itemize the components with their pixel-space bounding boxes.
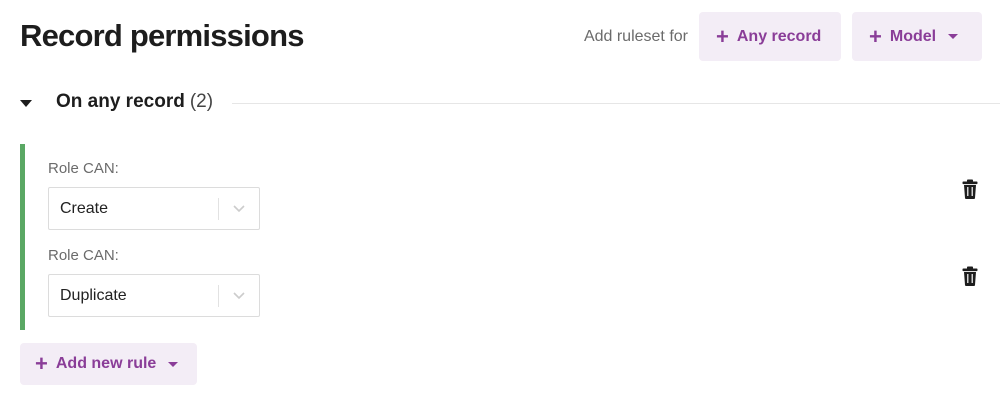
section-divider — [232, 103, 1000, 104]
add-any-record-button[interactable]: + Any record — [699, 12, 841, 61]
collapse-toggle-icon[interactable] — [20, 100, 32, 107]
add-model-button[interactable]: + Model — [852, 12, 982, 61]
section-header: On any record (2) — [0, 88, 1000, 118]
chevron-down-icon — [219, 204, 259, 213]
add-new-rule-button[interactable]: + Add new rule — [20, 343, 197, 385]
permission-select[interactable]: Duplicate — [48, 274, 260, 317]
add-new-rule-label: Add new rule — [55, 355, 157, 372]
caret-down-icon — [948, 34, 959, 39]
trash-icon[interactable] — [962, 179, 978, 199]
trash-icon[interactable] — [962, 266, 978, 286]
add-model-label: Model — [889, 27, 937, 45]
rule-label: Role CAN: — [48, 247, 119, 264]
add-ruleset-label: Add ruleset for — [583, 27, 688, 45]
caret-down-icon — [168, 361, 179, 367]
permission-select[interactable]: Create — [48, 187, 260, 230]
rule-item: Role CAN: Duplicate — [48, 247, 978, 317]
chevron-down-icon — [219, 291, 259, 300]
permission-select-value: Duplicate — [60, 286, 127, 304]
section-title: On any record (2) — [56, 91, 213, 113]
plus-icon: + — [716, 23, 729, 49]
section-title-text: On any record — [56, 91, 185, 112]
header-actions: Add ruleset for + Any record + Model — [584, 12, 982, 61]
rule-label: Role CAN: — [48, 160, 119, 177]
plus-icon: + — [35, 351, 48, 376]
page-title: Record permissions — [20, 18, 304, 53]
rule-item: Role CAN: Create — [48, 160, 978, 230]
ruleset: Role CAN: Create Role CAN: Duplicate — [20, 144, 980, 330]
permission-select-value: Create — [60, 199, 109, 217]
add-any-record-label: Any record — [736, 27, 822, 45]
section-count: (2) — [189, 91, 214, 112]
plus-icon: + — [869, 23, 882, 49]
